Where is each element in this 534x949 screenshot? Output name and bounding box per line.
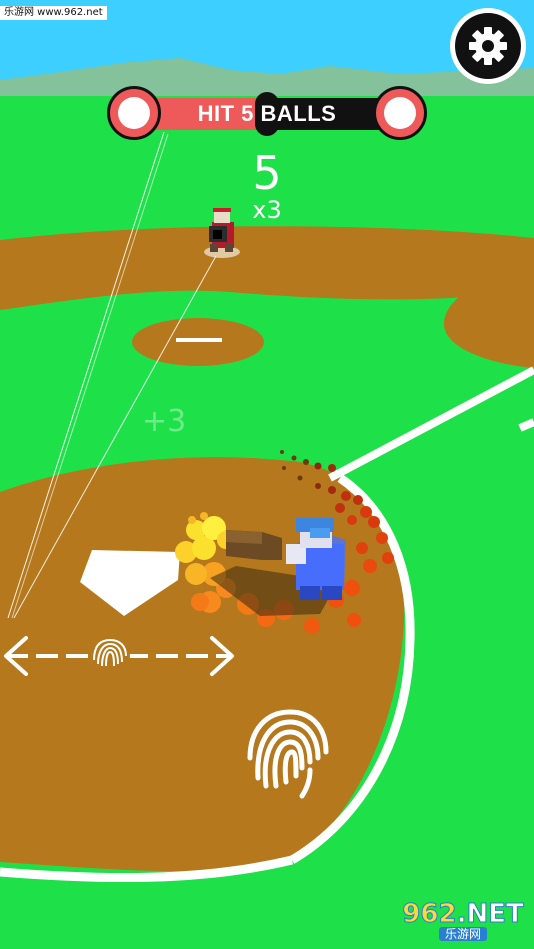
settings-button[interactable]: [450, 8, 526, 84]
game-screen[interactable]: 乐游网 www.962.net HIT 5 BALLS 5 x3 +3 962.…: [0, 0, 534, 949]
watermark-logo-num: 962: [402, 899, 457, 929]
watermark-logo-suffix: .NET: [456, 899, 524, 929]
watermark-logo: 962.NET: [402, 899, 524, 929]
watermark-sub: 乐游网: [438, 927, 487, 941]
baseball-field: [0, 0, 534, 949]
objective-banner: HIT 5 BALLS: [107, 86, 427, 142]
score-multiplier: x3: [252, 196, 282, 224]
settings-button-inner: [455, 13, 521, 79]
foul-line-tick: [518, 418, 534, 432]
score-count: 5: [252, 146, 282, 200]
floating-bonus: +3: [142, 404, 187, 439]
objective-text: HIT 5 BALLS: [197, 101, 337, 126]
watermark-top: 乐游网 www.962.net: [0, 6, 107, 20]
watermark-bottom: 962.NET 乐游网: [396, 898, 530, 944]
gear-icon: [469, 27, 507, 65]
